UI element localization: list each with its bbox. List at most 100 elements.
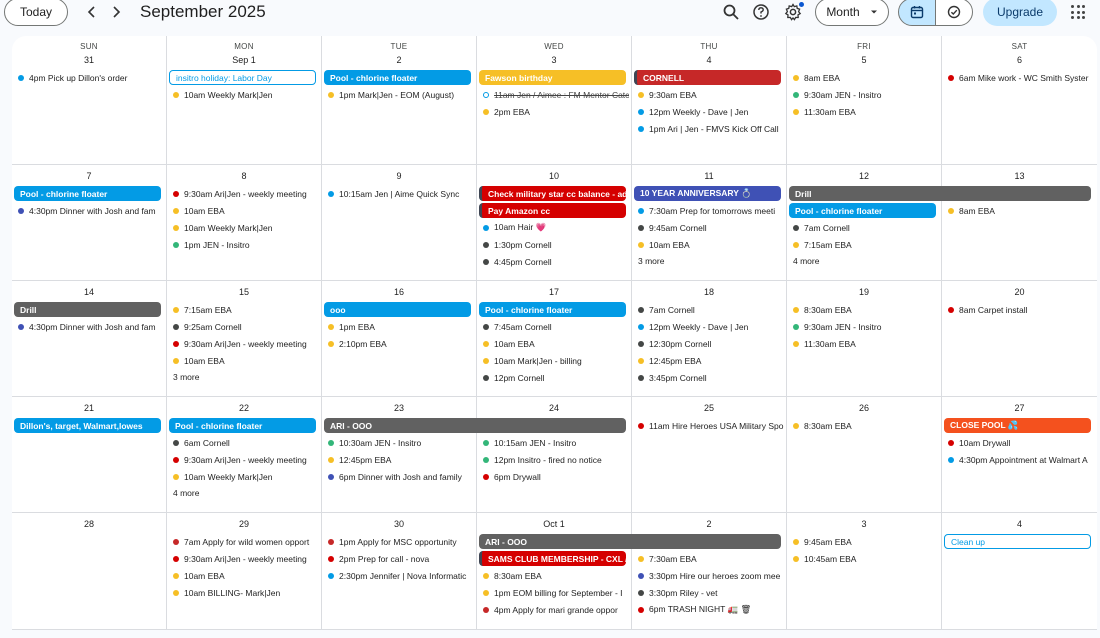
event-item[interactable]: 9:30am JEN - Insitro [793, 87, 939, 102]
day-number[interactable]: 23 [322, 403, 476, 413]
event-item[interactable]: 10am EBA [638, 237, 784, 252]
day-number[interactable]: 12 [787, 171, 941, 181]
day-cell[interactable]: 4 [942, 513, 1097, 630]
day-cell[interactable]: 14 4:30pm Dinner with Josh and fam [12, 281, 167, 397]
event-item[interactable]: 3:30pm Riley - vet [638, 585, 784, 600]
event-item[interactable]: 10am Mark|Jen - billing [483, 353, 629, 368]
view-selector-button[interactable]: Month [815, 0, 889, 26]
event-item[interactable]: 2:10pm EBA [328, 336, 474, 351]
event-item[interactable]: 10am Hair 💗 [483, 220, 629, 235]
all-day-event[interactable]: CLOSE POOL 💦 [944, 418, 1091, 433]
event-item[interactable]: 9:30am EBA [638, 87, 784, 102]
event-item[interactable]: 10am Weekly Mark|Jen [173, 220, 319, 235]
event-item[interactable]: 8:30am EBA [483, 568, 629, 583]
settings-gear-icon[interactable] [782, 1, 804, 23]
event-item[interactable]: 1pm Ari | Jen - FMVS Kick Off Call [638, 121, 784, 136]
day-cell[interactable]: 22 6am Cornell 9:30am Ari|Jen - weekly mee… [167, 397, 322, 513]
all-day-event[interactable]: CORNELL [634, 70, 781, 85]
event-item[interactable]: 8am Carpet install [948, 302, 1095, 317]
day-cell[interactable]: Oct 1 8:30am EBA 1pm EOM billing for Septe… [477, 513, 632, 630]
day-cell[interactable]: 2 7:30am EBA 3:30pm Hire our heroes zoom m… [632, 513, 787, 630]
chevron-right-icon[interactable] [106, 2, 126, 22]
event-item[interactable]: 10am EBA [173, 568, 319, 583]
day-number[interactable]: 11 [632, 171, 786, 181]
day-number[interactable]: 9 [322, 171, 476, 181]
day-number[interactable]: 27 [942, 403, 1097, 413]
event-item[interactable]: 12pm Weekly - Dave | Jen [638, 104, 784, 119]
day-number[interactable]: 2 [322, 55, 476, 65]
event-item[interactable]: 9:30am Ari|Jen - weekly meeting [173, 452, 319, 467]
day-number[interactable]: 16 [322, 287, 476, 297]
event-item[interactable]: 10am Drywall [948, 435, 1095, 450]
day-cell[interactable]: 29 7am Apply for wild women opport 9:30am … [167, 513, 322, 630]
day-number[interactable]: 22 [167, 403, 321, 413]
event-item[interactable]: 11:30am EBA [793, 336, 939, 351]
help-icon[interactable] [750, 1, 772, 23]
event-item[interactable]: 10:15am JEN - Insitro [483, 435, 629, 450]
event-item[interactable]: 7am Cornell [793, 220, 939, 235]
event-item[interactable]: 12:45pm EBA [638, 353, 784, 368]
day-number[interactable]: 13 [942, 171, 1097, 181]
event-item[interactable]: 4:30pm Dinner with Josh and fam [18, 319, 164, 334]
event-item[interactable]: 2pm EBA [483, 104, 629, 119]
event-item[interactable]: 1pm JEN - Insitro [173, 237, 319, 252]
day-cell[interactable]: 13 8am EBA [942, 165, 1097, 281]
event-item[interactable]: 8:30am EBA [793, 302, 939, 317]
event-item[interactable]: 12:30pm Cornell [638, 336, 784, 351]
day-cell[interactable]: THU 4 9:30am EBA 12pm Weekly - Dave | Jen 1p… [632, 36, 787, 165]
event-item[interactable]: 10am Weekly Mark|Jen [173, 469, 319, 484]
day-number[interactable]: 31 [12, 55, 166, 65]
day-cell[interactable]: 17 7:45am Cornell 10am EBA 10am Mark|Jen - … [477, 281, 632, 397]
event-item[interactable]: 10am EBA [483, 336, 629, 351]
day-number[interactable]: 26 [787, 403, 941, 413]
event-item[interactable]: 10:30am JEN - Insitro [328, 435, 474, 450]
day-cell[interactable]: FRI 5 8am EBA 9:30am JEN - Insitro 11:30am E… [787, 36, 942, 165]
event-item[interactable]: 2:30pm Jennifer | Nova Informatic [328, 568, 474, 583]
event-item[interactable]: 1:30pm Cornell [483, 237, 629, 252]
all-day-event[interactable]: Drill [14, 302, 161, 317]
day-number[interactable]: 14 [12, 287, 166, 297]
apps-grid-icon[interactable] [1071, 5, 1085, 19]
chevron-left-icon[interactable] [82, 2, 102, 22]
day-number[interactable]: 21 [12, 403, 166, 413]
day-number[interactable]: 25 [632, 403, 786, 413]
day-number[interactable]: 18 [632, 287, 786, 297]
event-item[interactable]: 3:45pm Cornell [638, 370, 784, 385]
event-item[interactable]: 9:45am EBA [793, 534, 939, 549]
day-number[interactable]: 5 [787, 55, 941, 65]
day-number[interactable]: 19 [787, 287, 941, 297]
event-item[interactable]: 4pm Apply for mari grande oppor [483, 602, 629, 617]
event-item[interactable]: 6am Cornell [173, 435, 319, 450]
tasks-view-toggle[interactable] [935, 0, 973, 26]
event-item[interactable]: 9:45am Cornell [638, 220, 784, 235]
event-item[interactable]: 7:15am EBA [173, 302, 319, 317]
calendar-view-toggle[interactable] [898, 0, 936, 26]
day-cell[interactable]: 10 10am Hair 💗 1:30pm Cornell 4:45pm Cornel… [477, 165, 632, 281]
day-cell[interactable]: 9 10:15am Jen | Aime Quick Sync [322, 165, 477, 281]
event-item[interactable]: 8:30am EBA [793, 418, 939, 433]
day-number[interactable]: 6 [942, 55, 1097, 65]
search-icon[interactable] [720, 1, 742, 23]
day-cell[interactable]: 7 4:30pm Dinner with Josh and fam [12, 165, 167, 281]
day-cell[interactable]: 8 9:30am Ari|Jen - weekly meeting 10am EBA… [167, 165, 322, 281]
event-item[interactable]: 12:45pm EBA [328, 452, 474, 467]
event-item[interactable]: 1pm Mark|Jen - EOM (August) [328, 87, 474, 102]
today-button[interactable]: Today [4, 0, 68, 26]
event-item[interactable]: 3:30pm Hire our heroes zoom mee [638, 568, 784, 583]
event-item[interactable]: 9:30am JEN - Insitro [793, 319, 939, 334]
day-cell[interactable]: SAT 6 6am Mike work - WC Smith Syster [942, 36, 1097, 165]
all-day-event[interactable]: 10 YEAR ANNIVERSARY 💍 [634, 186, 781, 201]
all-day-event[interactable]: ARI - OOO [479, 534, 781, 549]
day-cell[interactable]: 15 7:15am EBA 9:25am Cornell 9:30am Ari|Jen… [167, 281, 322, 397]
all-day-event[interactable]: insitro holiday: Labor Day [169, 70, 316, 85]
event-item[interactable]: 11am Jen / Aimee : FM Mentor Catc [483, 87, 629, 102]
upgrade-button[interactable]: Upgrade [983, 0, 1057, 26]
event-item[interactable]: 8am EBA [793, 70, 939, 85]
all-day-event[interactable]: Fawson birthday [479, 70, 626, 85]
event-item[interactable]: 9:30am Ari|Jen - weekly meeting [173, 186, 319, 201]
all-day-event[interactable]: ARI - OOO [324, 418, 626, 433]
day-number[interactable]: 3 [477, 55, 631, 65]
event-item[interactable]: 1pm Apply for MSC opportunity [328, 534, 474, 549]
event-item[interactable]: 4:30pm Dinner with Josh and fam [18, 203, 164, 218]
day-cell[interactable]: TUE 2 1pm Mark|Jen - EOM (August) [322, 36, 477, 165]
